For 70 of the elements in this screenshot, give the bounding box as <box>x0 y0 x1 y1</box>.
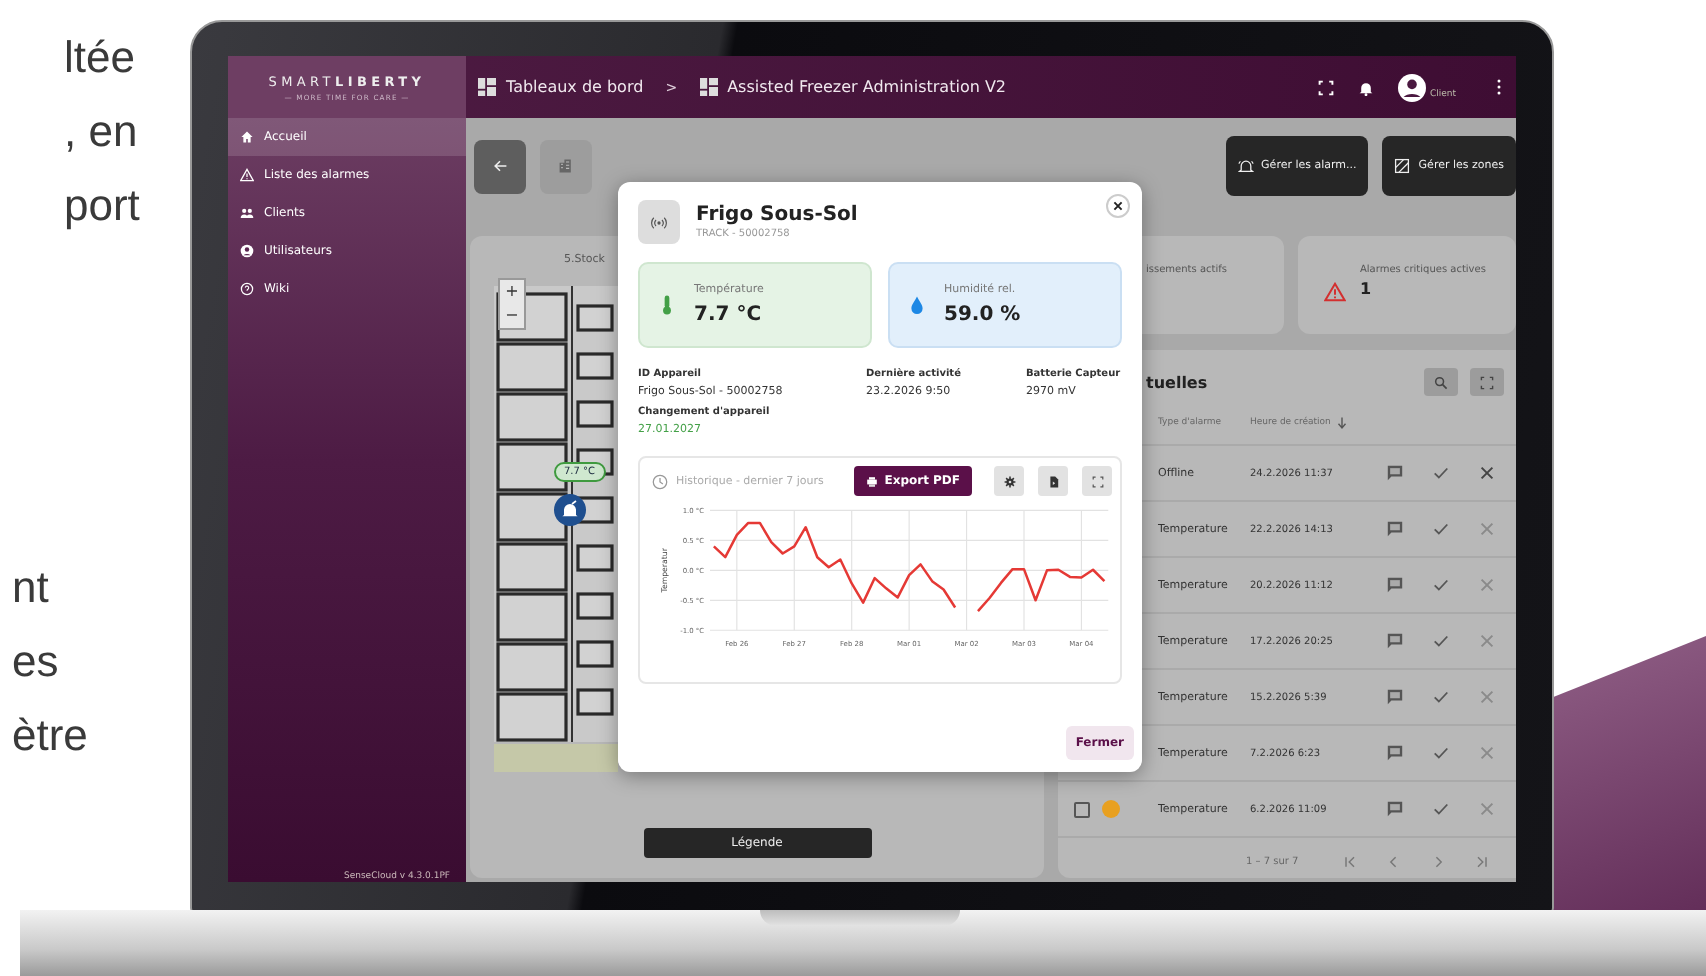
thermometer-icon <box>660 294 674 316</box>
fullscreen-icon <box>1480 375 1494 389</box>
fullscreen-icon[interactable] <box>1317 79 1334 95</box>
floor-plan-drawing[interactable] <box>494 286 618 772</box>
check-icon[interactable] <box>1432 464 1450 482</box>
bell-marker-icon[interactable] <box>554 494 586 526</box>
water-drop-icon <box>910 294 924 316</box>
close-button[interactable] <box>1106 194 1130 218</box>
marketing-text: es <box>12 634 61 690</box>
check-icon[interactable] <box>1432 688 1450 706</box>
check-icon[interactable] <box>1432 520 1450 538</box>
bell-icon[interactable] <box>1357 79 1374 95</box>
warning-icon <box>240 168 254 182</box>
comment-icon[interactable] <box>1386 520 1404 538</box>
building-icon <box>558 158 574 174</box>
marketing-text: nt <box>12 560 51 616</box>
dashboard-icon <box>478 78 496 96</box>
check-icon[interactable] <box>1432 800 1450 818</box>
dashboard-icon <box>699 78 718 96</box>
last-page-icon[interactable] <box>1474 854 1491 870</box>
expand-button[interactable] <box>1082 466 1112 496</box>
check-icon[interactable] <box>1432 632 1450 650</box>
printer-icon <box>866 475 879 487</box>
marketing-text: port <box>64 178 142 234</box>
signal-icon <box>650 213 668 231</box>
comment-icon[interactable] <box>1386 688 1404 706</box>
avatar-icon[interactable] <box>1397 73 1426 101</box>
hatched-square-icon <box>1394 158 1411 174</box>
comment-icon[interactable] <box>1386 464 1404 482</box>
bell-icon <box>1237 158 1254 174</box>
search-icon <box>1434 375 1448 389</box>
user-icon <box>240 244 254 258</box>
more-icon[interactable] <box>1496 78 1502 96</box>
close-icon[interactable] <box>1478 464 1496 482</box>
measurement-value: 7.7 °C <box>694 304 764 326</box>
comment-icon[interactable] <box>1386 744 1404 762</box>
people-icon <box>240 206 254 220</box>
next-page-icon[interactable] <box>1430 854 1447 870</box>
settings-icon <box>1003 475 1015 487</box>
settings-button[interactable] <box>994 466 1024 496</box>
help-icon <box>240 282 254 296</box>
alarms-title: tuelles <box>1146 373 1208 391</box>
home-icon <box>240 130 254 144</box>
check-icon[interactable] <box>1432 576 1450 594</box>
marketing-text: ltée <box>64 30 137 86</box>
comment-icon[interactable] <box>1386 632 1404 650</box>
check-icon[interactable] <box>1432 744 1450 762</box>
clock-icon <box>652 473 668 489</box>
dialog-title: Frigo Sous-Sol <box>696 204 858 226</box>
back-button[interactable] <box>474 139 526 193</box>
file-button[interactable] <box>1038 466 1068 496</box>
arrow-left-icon <box>492 158 508 174</box>
close-icon <box>1112 200 1124 212</box>
stat-value: 1 <box>1360 280 1374 298</box>
search-button[interactable] <box>1424 368 1458 396</box>
row-checkbox[interactable] <box>1074 801 1090 817</box>
marketing-text: ètre <box>12 708 90 764</box>
marketing-text: , en <box>64 104 140 160</box>
file-icon <box>1047 475 1059 487</box>
building-button[interactable] <box>540 139 592 193</box>
comment-icon[interactable] <box>1386 800 1404 818</box>
measurement-value: 59.0 % <box>944 304 1021 326</box>
warning-icon <box>1324 282 1346 302</box>
first-page-icon[interactable] <box>1342 854 1359 870</box>
fullscreen-button[interactable] <box>1470 368 1504 396</box>
breadcrumb-link[interactable]: Tableaux de bord <box>506 78 644 96</box>
sort-arrow-icon[interactable] <box>1336 415 1349 429</box>
comment-icon[interactable] <box>1386 576 1404 594</box>
breadcrumb-link[interactable]: Assisted Freezer Administration V2 <box>727 78 1007 96</box>
fullscreen-icon <box>1091 475 1103 487</box>
